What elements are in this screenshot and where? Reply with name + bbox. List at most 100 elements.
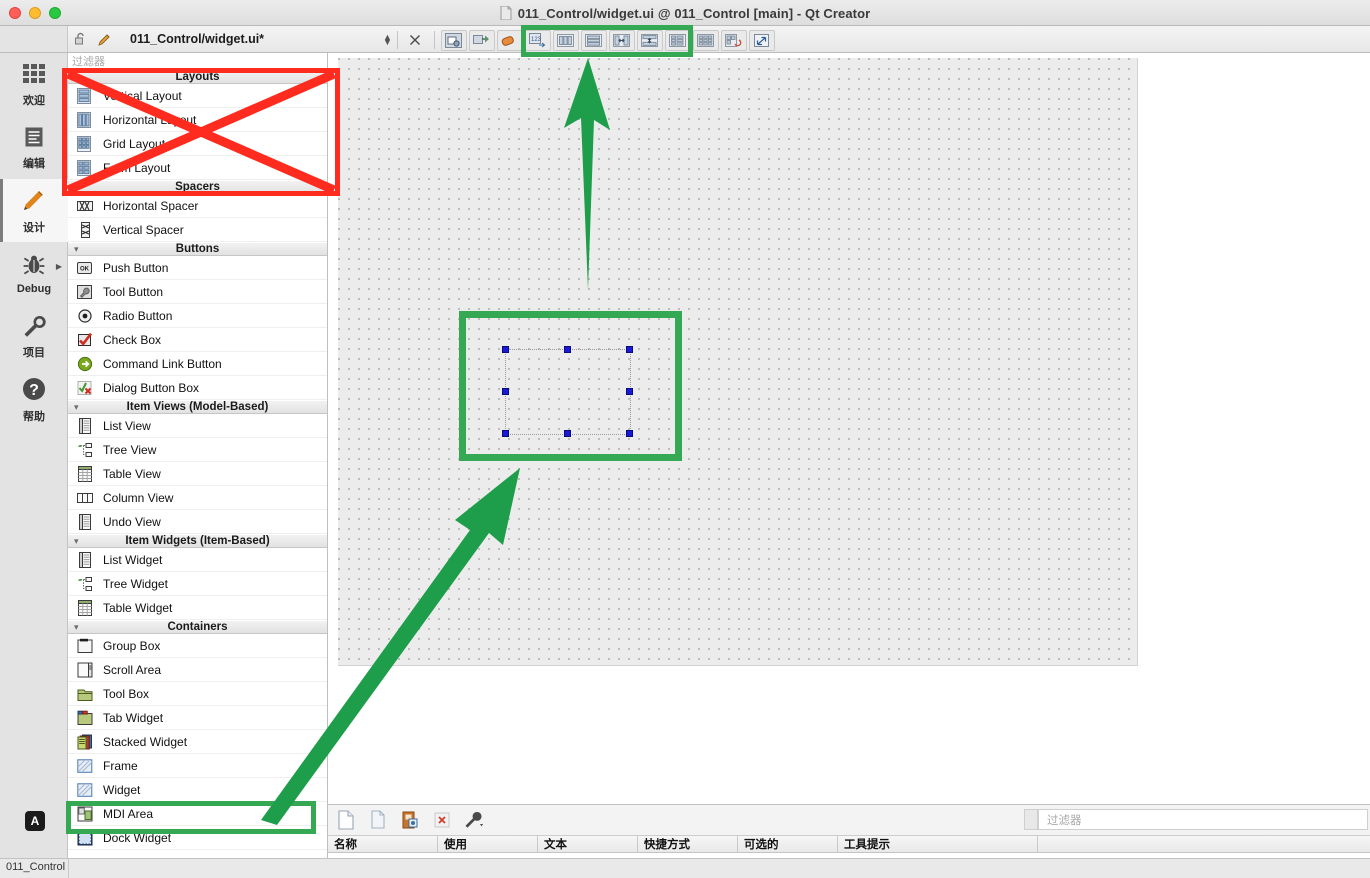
horizontal-layout-icon — [76, 111, 94, 129]
mode-projects[interactable]: 项目 — [0, 305, 68, 368]
resize-handle-bottom-right[interactable] — [626, 430, 633, 437]
widget-box-item-command-link-button[interactable]: Command Link Button — [68, 352, 327, 376]
resize-handle-top-left[interactable] — [502, 346, 509, 353]
layout-horizontally-splitter-button[interactable] — [608, 29, 635, 51]
layout-grid-button[interactable] — [692, 29, 719, 51]
widget-box-item-tool-button[interactable]: Tool Button — [68, 280, 327, 304]
edit-signals-slots-button[interactable] — [468, 29, 495, 51]
widget-box-item-widget[interactable]: Widget — [68, 778, 327, 802]
widget-box-group-header[interactable]: ▾ Spacers — [68, 180, 327, 194]
close-editor-icon[interactable] — [403, 29, 427, 51]
welcome-grid-icon — [21, 62, 47, 89]
adjust-size-button[interactable] — [748, 29, 775, 51]
mode-debug[interactable]: ▶ Debug — [0, 242, 68, 305]
resize-handle-top-center[interactable] — [564, 346, 571, 353]
widget-box-item-vertical-spacer[interactable]: Vertical Spacer — [68, 218, 327, 242]
widget-box-item-tree-view[interactable]: Tree View — [68, 438, 327, 462]
chevron-right-icon[interactable]: ▶ — [56, 262, 62, 271]
widget-box-item-column-view[interactable]: Column View — [68, 486, 327, 510]
chevron-down-icon[interactable]: ▾ — [74, 622, 79, 633]
widget-box-item-tab-widget[interactable]: Tab Widget — [68, 706, 327, 730]
resize-handle-bottom-center[interactable] — [564, 430, 571, 437]
form-editor-canvas[interactable] — [328, 53, 1370, 804]
mode-edit[interactable]: 编辑 — [0, 116, 68, 179]
mode-selector-bar[interactable]: 欢迎 编辑 设计 ▶ Debug 项目 ? 帮助 A — [0, 53, 68, 858]
widget-box-item-undo-view[interactable]: Undo View — [68, 510, 327, 534]
open-editor-selector[interactable]: 011_Control/widget.ui* — [68, 28, 368, 50]
action-table-column-header[interactable]: 可选的 — [738, 835, 838, 853]
action-editor-filter-input[interactable]: 过滤器 — [1038, 809, 1368, 830]
unlocked-padlock-icon[interactable] — [68, 28, 92, 50]
widget-box-list[interactable]: ▾ Layouts Vertical Layout Horizontal Layout… — [68, 70, 327, 850]
widget-box-item-mdi-area[interactable]: MDI Area — [68, 802, 327, 826]
widget-box-item-tree-widget[interactable]: Tree Widget — [68, 572, 327, 596]
widget-box-group-header[interactable]: ▾ Containers — [68, 620, 327, 634]
chevron-down-icon[interactable]: ▾ — [74, 182, 79, 193]
resize-handle-middle-left[interactable] — [502, 388, 509, 395]
updown-chevron-icon[interactable]: ▲ ▼ — [383, 33, 392, 47]
delete-red-x-icon[interactable] — [430, 809, 454, 831]
chevron-down-icon[interactable]: ▾ — [74, 244, 79, 255]
action-table-column-header[interactable]: 快捷方式 — [638, 835, 738, 853]
paste-clipboard-icon[interactable] — [398, 809, 422, 831]
widget-box-item-label: Tree View — [103, 442, 157, 457]
action-filter-icon-button[interactable] — [1024, 809, 1038, 830]
pencil-edit-icon[interactable] — [92, 28, 116, 50]
widget-box-item-grid-layout[interactable]: Grid Layout — [68, 132, 327, 156]
widget-box-item-horizontal-layout[interactable]: Horizontal Layout — [68, 108, 327, 132]
action-table-column-header[interactable]: 工具提示 — [838, 835, 1038, 853]
action-table-column-header[interactable]: 文本 — [538, 835, 638, 853]
new-document-icon[interactable] — [334, 809, 358, 831]
chevron-down-icon[interactable]: ▾ — [74, 402, 79, 413]
layout-form-button[interactable] — [664, 29, 691, 51]
layout-horizontally-button[interactable] — [552, 29, 579, 51]
widget-box-panel[interactable]: 过滤器 ▾ Layouts Vertical Layout Horizontal La… — [68, 53, 328, 858]
chevron-down-icon[interactable]: ▾ — [74, 536, 79, 547]
layout-vertically-button[interactable] — [580, 29, 607, 51]
copy-document-icon[interactable] — [366, 809, 390, 831]
widget-box-item-form-layout[interactable]: Form Layout — [68, 156, 327, 180]
widget-box-group-header[interactable]: ▾ Item Widgets (Item-Based) — [68, 534, 327, 548]
layout-vertically-splitter-button[interactable] — [636, 29, 663, 51]
widget-box-item-radio-button[interactable]: Radio Button — [68, 304, 327, 328]
widget-box-item-vertical-layout[interactable]: Vertical Layout — [68, 84, 327, 108]
action-table-column-header[interactable]: 使用 — [438, 835, 538, 853]
widget-box-group-header[interactable]: ▾ Item Views (Model-Based) — [68, 400, 327, 414]
break-layout-button[interactable] — [720, 29, 747, 51]
widget-box-item-tool-box[interactable]: Tool Box — [68, 682, 327, 706]
analyze-badge[interactable]: A — [25, 811, 45, 831]
action-editor-panel[interactable]: 过滤器 名称 使用 文本 快捷方式 可选的 工具提示 — [328, 804, 1370, 872]
widget-box-item-table-widget[interactable]: Table Widget — [68, 596, 327, 620]
resize-handle-top-right[interactable] — [626, 346, 633, 353]
chevron-down-icon[interactable]: ▾ — [74, 72, 79, 83]
widget-box-item-list-view[interactable]: List View — [68, 414, 327, 438]
widget-box-group-header[interactable]: ▾ Buttons — [68, 242, 327, 256]
widget-box-item-horizontal-spacer[interactable]: Horizontal Spacer — [68, 194, 327, 218]
tool-button-icon — [76, 283, 94, 301]
form-surface[interactable] — [338, 58, 1138, 666]
mode-design[interactable]: 设计 — [0, 179, 68, 242]
widget-box-item-list-widget[interactable]: List Widget — [68, 548, 327, 572]
resize-handle-bottom-left[interactable] — [502, 430, 509, 437]
widget-box-item-dock-widget[interactable]: Dock Widget — [68, 826, 327, 850]
widget-box-group-header[interactable]: ▾ Layouts — [68, 70, 327, 84]
edit-buddies-button[interactable] — [496, 29, 523, 51]
widget-box-item-dialog-button-box[interactable]: Dialog Button Box — [68, 376, 327, 400]
mode-help[interactable]: ? 帮助 — [0, 368, 68, 431]
resize-handle-middle-right[interactable] — [626, 388, 633, 395]
widget-box-item-check-box[interactable]: Check Box — [68, 328, 327, 352]
widget-box-item-stacked-widget[interactable]: Stacked Widget — [68, 730, 327, 754]
edit-widgets-button[interactable] — [440, 29, 467, 51]
wrench-dropdown-icon[interactable] — [462, 809, 486, 831]
action-table-column-header[interactable]: 名称 — [328, 835, 438, 853]
widget-box-item-table-view[interactable]: Table View — [68, 462, 327, 486]
widget-box-item-group-box[interactable]: Group Box — [68, 634, 327, 658]
mode-welcome[interactable]: 欢迎 — [0, 53, 68, 116]
widget-box-filter-input[interactable]: 过滤器 — [68, 53, 327, 70]
widget-box-item-scroll-area[interactable]: Scroll Area — [68, 658, 327, 682]
widget-box-item-push-button[interactable]: OK Push Button — [68, 256, 327, 280]
edit-tab-order-button[interactable]: 123 — [524, 29, 551, 51]
widget-box-item-frame[interactable]: Frame — [68, 754, 327, 778]
selected-widget[interactable] — [502, 346, 633, 437]
widget-box-item-label: Stacked Widget — [103, 734, 188, 749]
